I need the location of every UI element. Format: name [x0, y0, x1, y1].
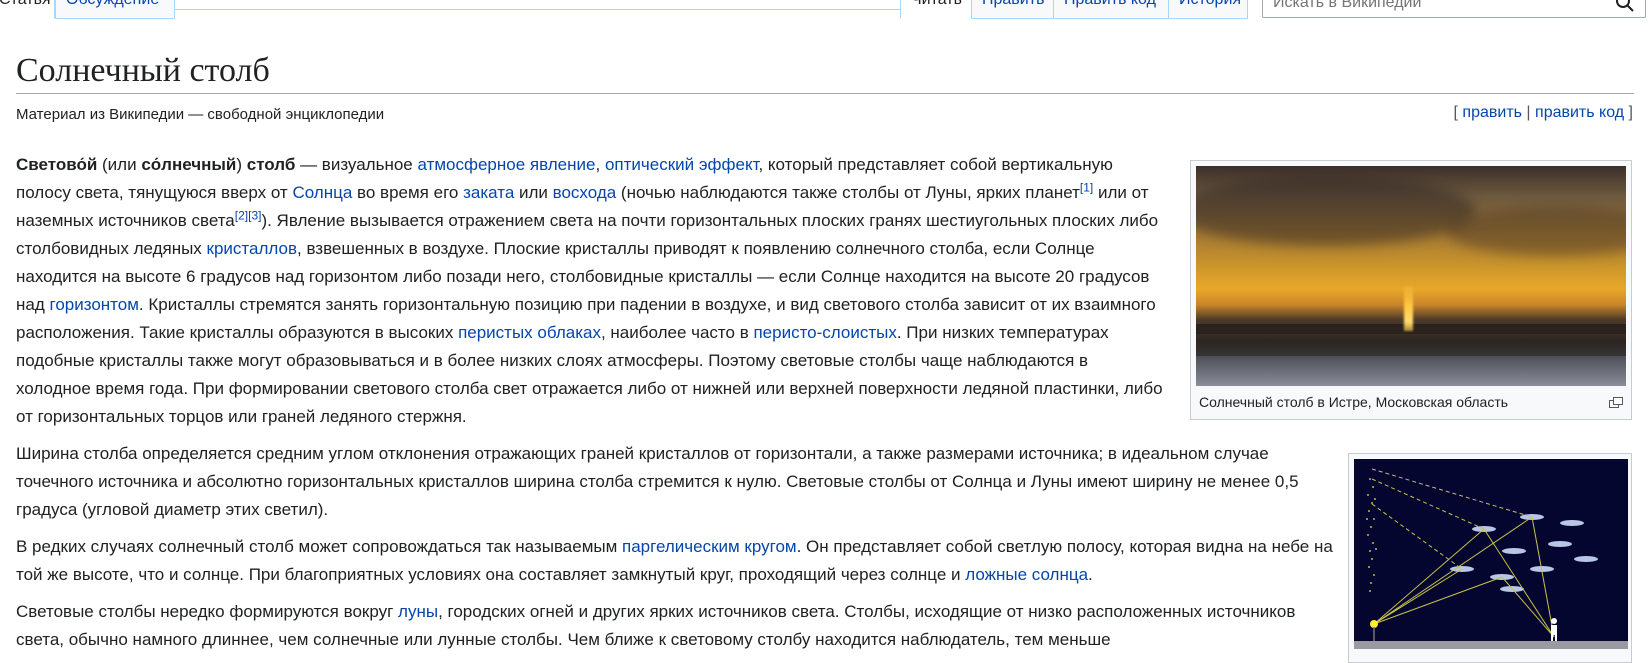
- link-horizon[interactable]: горизонтом: [50, 295, 139, 314]
- link-moon[interactable]: луны: [398, 602, 438, 621]
- link-cirrostratus[interactable]: перисто-слоистых: [753, 323, 896, 342]
- thumbnail-caption: Солнечный столб в Истре, Московская обла…: [1199, 394, 1509, 410]
- thumbnail-photo: Солнечный столб в Истре, Московская обла…: [1190, 160, 1632, 420]
- search-box: [1262, 0, 1646, 18]
- link-parhelic-circle[interactable]: паргелическим кругом: [622, 537, 797, 556]
- search-icon[interactable]: [1615, 0, 1635, 13]
- snowy-ground: [1196, 356, 1626, 386]
- reference-1[interactable]: [1]: [1080, 180, 1093, 194]
- site-subtitle: Материал из Википедии — свободной энцикл…: [16, 106, 385, 123]
- light-pillar: [1404, 286, 1413, 331]
- link-crystals[interactable]: кристаллов: [207, 239, 297, 258]
- text: — визуальное: [295, 155, 418, 174]
- tab-read[interactable]: Читать: [900, 0, 972, 19]
- text: или: [514, 183, 553, 202]
- link-sun[interactable]: Солнца: [292, 183, 352, 202]
- link-optical-effect[interactable]: оптический эффект: [605, 155, 759, 174]
- edit-link[interactable]: править: [1462, 104, 1522, 121]
- tab-edit-source[interactable]: Править код: [1053, 0, 1169, 19]
- tab-edit-source-label: Править код: [1064, 0, 1156, 8]
- text: во время его: [352, 183, 464, 202]
- link-atmospheric-phenomenon[interactable]: атмосферное явление: [417, 155, 595, 174]
- reference-3[interactable]: [3]: [248, 208, 261, 222]
- tab-edit-label: Править: [982, 0, 1044, 8]
- link-sunset[interactable]: заката: [463, 183, 514, 202]
- cloud: [1196, 176, 1476, 246]
- thumbnail-diagram: [1348, 453, 1632, 663]
- reference-2[interactable]: [2]: [235, 208, 248, 222]
- tab-talk-label: Обсуждение: [66, 0, 159, 8]
- text: (ночью наблюдаются также столбы от Луны,…: [616, 183, 1080, 202]
- sun-pillar-photo[interactable]: [1196, 166, 1626, 386]
- edit-links: [ править | править код ]: [1453, 104, 1633, 121]
- tab-edit[interactable]: Править: [971, 0, 1054, 19]
- edit-source-link[interactable]: править код: [1535, 104, 1624, 121]
- text: .: [1088, 565, 1093, 584]
- tab-read-label: Читать: [911, 0, 962, 8]
- term-bold: Светово́й: [16, 155, 98, 174]
- page-title: Солнечный столб: [16, 50, 1634, 94]
- link-sun-dogs[interactable]: ложные солнца: [965, 565, 1088, 584]
- magnify-icon[interactable]: [1609, 397, 1623, 408]
- search-input[interactable]: [1271, 0, 1605, 15]
- paragraph-3: В редких случаях солнечный столб может с…: [16, 533, 1336, 589]
- tab-history-label: История: [1179, 0, 1241, 8]
- text: В редких случаях солнечный столб может с…: [16, 537, 623, 556]
- text: (или: [97, 155, 142, 174]
- term-bold: столб: [246, 155, 296, 174]
- cloud: [1446, 206, 1626, 256]
- article-content: Светово́й (или со́лнечный) столб — визуа…: [16, 151, 1361, 663]
- tab-talk[interactable]: Обсуждение: [55, 0, 175, 19]
- tab-article-label: Статья: [0, 0, 51, 8]
- paragraph-2: Ширина столба определяется средним углом…: [16, 444, 1299, 519]
- tab-history[interactable]: История: [1168, 0, 1248, 19]
- term-bold: со́лнечный: [141, 155, 237, 174]
- paragraph-4: Световые столбы нередко формируются вокр…: [16, 598, 1336, 654]
- tab-article[interactable]: Статья: [0, 0, 55, 19]
- link-cirrus-clouds[interactable]: перистых облаках: [458, 323, 601, 342]
- text: ,: [595, 155, 605, 174]
- text: , наиболее часто в: [600, 323, 754, 342]
- light-pillar-diagram[interactable]: [1354, 459, 1628, 649]
- link-sunrise[interactable]: восхода: [553, 183, 617, 202]
- text: ): [236, 155, 247, 174]
- paragraph-1: Светово́й (или со́лнечный) столб — визуа…: [16, 151, 1166, 431]
- text: Световые столбы нередко формируются вокр…: [16, 602, 399, 621]
